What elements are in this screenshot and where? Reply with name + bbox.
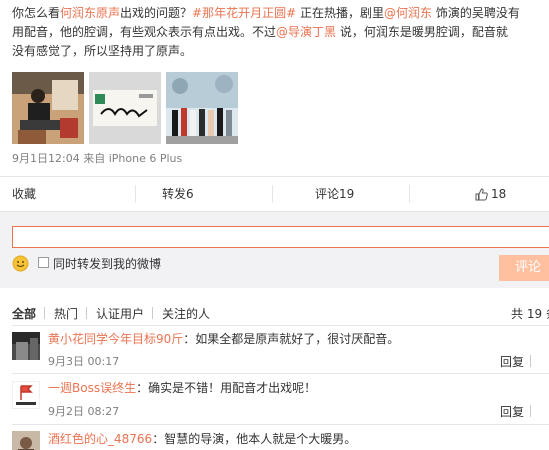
comment-time: 9月2日 08:27: [48, 405, 120, 418]
post-image-3[interactable]: [166, 72, 238, 144]
comment-username[interactable]: 一週Boss误终生: [48, 381, 136, 395]
post-time[interactable]: 9月1日12:04: [12, 152, 80, 165]
post-meta: 9月1日12:04 来自 iPhone 6 Plus: [12, 150, 182, 166]
filter-divider: [44, 307, 45, 319]
post-line-3: 没有感觉了，所以坚持用了原声。: [12, 42, 549, 61]
thumbs-up-icon: [475, 188, 488, 201]
comment-username[interactable]: 黄小花同学今年目标90斤: [48, 332, 183, 346]
comment-username[interactable]: 酒红色的心_48766: [48, 432, 152, 446]
filter-hot[interactable]: 热门: [54, 305, 78, 322]
post-text-segment: 没有感觉了，所以坚持用了原声。: [12, 44, 193, 58]
post-text-segment: 你怎么看: [12, 6, 61, 20]
comment-button[interactable]: 评论19: [315, 177, 354, 211]
filter-following[interactable]: 关注的人: [162, 305, 210, 322]
comment-composer: 同时转发到我的微博 评论: [0, 212, 549, 288]
action-bar: 收藏 转发6 评论19 18: [0, 176, 549, 212]
post-text-segment: 正在热播，剧里: [296, 6, 384, 20]
action-divider: [409, 185, 410, 203]
comment-count: 共 19 条: [511, 307, 549, 321]
mention-link-director[interactable]: @导演丁黑: [276, 25, 336, 39]
repost-button[interactable]: 转发6: [162, 177, 194, 211]
comment-divider: [12, 424, 549, 425]
action-divider: [272, 185, 273, 203]
post-line-1: 你怎么看何润东原声出戏的问题？#那年花开月正圆# 正在热播，剧里@何润东 饰演的…: [12, 4, 549, 23]
comment-text: 酒红色的心_48766：智慧的导演，他本人就是个大暖男。: [48, 430, 356, 447]
post-text-segment: 用配音，他的腔调，有些观众表示有点出戏。不过: [12, 25, 277, 39]
post-text-segment: 出戏的问题？: [120, 6, 193, 20]
post-image-2[interactable]: [89, 72, 161, 144]
filter-all[interactable]: 全部: [12, 305, 36, 322]
filter-divider: [86, 307, 87, 319]
action-divider: [135, 185, 136, 203]
post-text: 你怎么看何润东原声出戏的问题？#那年花开月正圆# 正在热播，剧里@何润东 饰演的…: [12, 4, 549, 62]
also-repost-checkbox[interactable]: [38, 257, 49, 268]
smiley-icon[interactable]: [12, 255, 29, 272]
avatar[interactable]: [12, 431, 40, 450]
comment-divider: [12, 373, 549, 374]
comment-body: ：如果全都是原声就好了，很讨厌配音。: [183, 332, 400, 346]
reply-divider: [530, 355, 531, 367]
reply-button[interactable]: 回复: [500, 403, 524, 420]
post-image-1[interactable]: [12, 72, 84, 144]
comment-text: 黄小花同学今年目标90斤：如果全都是原声就好了，很讨厌配音。: [48, 330, 399, 347]
mention-link-heruidong[interactable]: @何润东: [384, 6, 432, 20]
hashtag-link[interactable]: #那年花开月正圆#: [192, 6, 296, 20]
filter-verified[interactable]: 认证用户: [96, 305, 144, 322]
topic-link-heruidong-voice[interactable]: 何润东原声: [60, 6, 120, 20]
avatar[interactable]: [12, 381, 40, 409]
post-line-2: 用配音，他的腔调，有些观众表示有点出戏。不过@导演丁黑 说，何润东是暖男腔调，配…: [12, 23, 549, 42]
like-button[interactable]: 18: [475, 177, 506, 211]
filter-divider: [152, 307, 153, 319]
comment-text: 一週Boss误终生：确实是不错！用配音才出戏呢！: [48, 379, 316, 396]
comment-time: 9月3日 00:17: [48, 355, 120, 368]
post-source-prefix: 来自: [79, 152, 109, 165]
like-count: 18: [491, 187, 507, 201]
post-text-segment: 饰演的吴聘没有: [432, 6, 520, 20]
favorite-button[interactable]: 收藏: [12, 177, 36, 211]
comment-input[interactable]: [12, 226, 549, 248]
comment-divider: [12, 325, 549, 326]
reply-divider: [530, 405, 531, 417]
post-device[interactable]: iPhone 6 Plus: [109, 152, 183, 165]
also-repost-label: 同时转发到我的微博: [53, 257, 162, 271]
post-text-segment: 说，何润东是暖男腔调，配音就: [336, 25, 508, 39]
comment-body: ：确实是不错！用配音才出戏呢！: [136, 381, 317, 395]
comment-body: ：智慧的导演，他本人就是个大暖男。: [152, 432, 357, 446]
submit-comment-button[interactable]: 评论: [499, 255, 549, 281]
avatar[interactable]: [12, 332, 40, 360]
reply-button[interactable]: 回复: [500, 353, 524, 370]
